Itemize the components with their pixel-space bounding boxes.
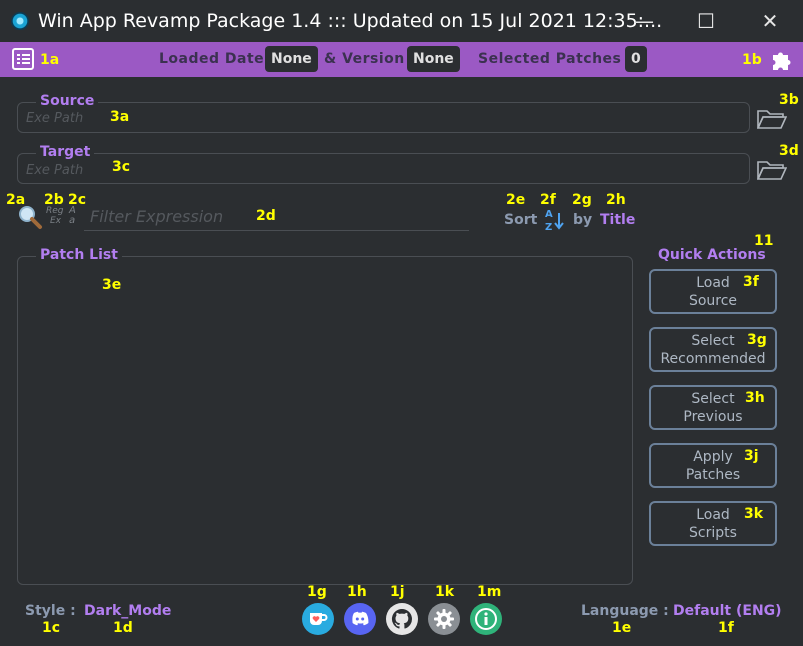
annotation-1e: 1e — [612, 620, 632, 636]
button-line-1: Load — [696, 506, 730, 523]
button-line-1: Load — [696, 274, 730, 291]
annotation-2g: 2g — [572, 192, 592, 208]
menu-list-icon[interactable] — [12, 48, 34, 70]
annotation-1g: 1g — [307, 584, 327, 600]
annotation-3f: 3f — [743, 274, 759, 290]
sort-field-value[interactable]: Title — [600, 212, 635, 228]
target-browse-folder-icon[interactable] — [757, 159, 787, 181]
plugin-puzzle-icon[interactable] — [770, 48, 794, 72]
quick-actions-title: Quick Actions — [658, 247, 766, 263]
button-line-2: Recommended — [660, 350, 766, 367]
annotation-3j: 3j — [744, 448, 759, 464]
annotation-1d: 1d — [113, 620, 133, 636]
source-path-field[interactable]: Exe Path 3a — [17, 102, 750, 133]
sort-label: Sort — [504, 212, 538, 228]
version-value: None — [407, 46, 460, 72]
selected-patches-label: Selected Patches — [478, 51, 622, 67]
by-label: by — [573, 212, 593, 228]
annotation-1m: 1m — [477, 584, 502, 600]
annotation-1f: 1f — [718, 620, 734, 636]
button-line-2: Source — [688, 292, 738, 309]
title-bar: Win App Revamp Package 1.4 ::: Updated o… — [0, 0, 803, 42]
annotation-1c: 1c — [42, 620, 61, 636]
language-value[interactable]: Default (ENG) — [673, 603, 782, 619]
case-label-bottom: a — [69, 215, 76, 226]
loaded-date-label: Loaded Date — [159, 51, 265, 67]
annotation-3k: 3k — [744, 506, 764, 522]
button-line-1: Select — [691, 332, 735, 349]
button-line-1: Select — [691, 390, 735, 407]
annotation-3d: 3d — [779, 143, 799, 159]
search-icon[interactable] — [17, 204, 43, 230]
annotation-3e: 3e — [102, 277, 122, 293]
selected-patches-count: 0 — [625, 46, 647, 72]
maximize-button[interactable]: ☐ — [676, 0, 736, 42]
load-source-button[interactable]: Load Source 3f — [649, 269, 777, 314]
annotation-2h: 2h — [606, 192, 626, 208]
style-label: Style : — [25, 603, 76, 619]
annotation-2e: 2e — [506, 192, 526, 208]
annotation-1k: 1k — [435, 584, 455, 600]
github-icon[interactable] — [386, 603, 418, 635]
close-button[interactable]: ✕ — [740, 0, 800, 42]
minimize-button[interactable]: — — [614, 0, 674, 42]
kofi-icon[interactable] — [302, 603, 334, 635]
settings-icon[interactable] — [428, 603, 460, 635]
annotation-3c: 3c — [112, 159, 131, 175]
case-toggle[interactable]: A a — [69, 206, 76, 226]
annotation-3a: 3a — [110, 109, 130, 125]
version-label: & Version — [324, 51, 405, 67]
button-line-2: Previous — [683, 408, 743, 425]
patch-list[interactable]: 3e — [17, 256, 633, 585]
svg-text:A: A — [545, 209, 553, 220]
load-scripts-button[interactable]: Load Scripts 3k — [649, 501, 777, 546]
source-browse-folder-icon[interactable] — [757, 108, 787, 130]
annotation-2f: 2f — [540, 192, 556, 208]
filter-expression-input[interactable]: Filter Expression 2d — [84, 205, 469, 231]
info-icon[interactable] — [470, 603, 502, 635]
loaded-date-value: None — [265, 46, 318, 72]
language-label: Language : — [581, 603, 669, 619]
window-title: Win App Revamp Package 1.4 ::: Updated o… — [38, 10, 663, 32]
annotation-1b: 1b — [742, 52, 762, 68]
apply-patches-button[interactable]: Apply Patches 3j — [649, 443, 777, 488]
button-line-1: Apply — [693, 448, 733, 465]
info-bar: 1a Loaded Date None & Version None Selec… — [0, 42, 803, 77]
target-legend: Target — [36, 144, 95, 160]
patch-list-legend: Patch List — [36, 247, 122, 263]
discord-icon[interactable] — [344, 603, 376, 635]
annotation-2d: 2d — [256, 208, 276, 224]
select-recommended-button[interactable]: Select Recommended 3g — [649, 327, 777, 372]
annotation-3b: 3b — [779, 92, 799, 108]
app-logo-icon — [11, 12, 29, 30]
select-previous-button[interactable]: Select Previous 3h — [649, 385, 777, 430]
annotation-1j: 1j — [390, 584, 405, 600]
button-line-2: Scripts — [689, 524, 737, 541]
filter-placeholder: Filter Expression — [90, 207, 224, 226]
target-placeholder: Exe Path — [26, 163, 84, 178]
style-value[interactable]: Dark_Mode — [84, 603, 171, 619]
button-line-2: Patches — [685, 466, 741, 483]
regex-toggle[interactable]: Reg Ex — [46, 206, 64, 226]
source-legend: Source — [36, 93, 99, 109]
target-path-field[interactable]: Exe Path 3c — [17, 153, 750, 184]
annotation-3g: 3g — [747, 332, 767, 348]
sort-az-icon[interactable]: A Z — [543, 207, 565, 233]
annotation-1a: 1a — [40, 52, 60, 68]
annotation-3h: 3h — [745, 390, 765, 406]
annotation-1h: 1h — [347, 584, 367, 600]
regex-label-bottom: Ex — [50, 216, 62, 226]
source-placeholder: Exe Path — [26, 111, 84, 126]
regex-label-top: Reg — [46, 206, 64, 216]
svg-text:Z: Z — [545, 222, 552, 233]
